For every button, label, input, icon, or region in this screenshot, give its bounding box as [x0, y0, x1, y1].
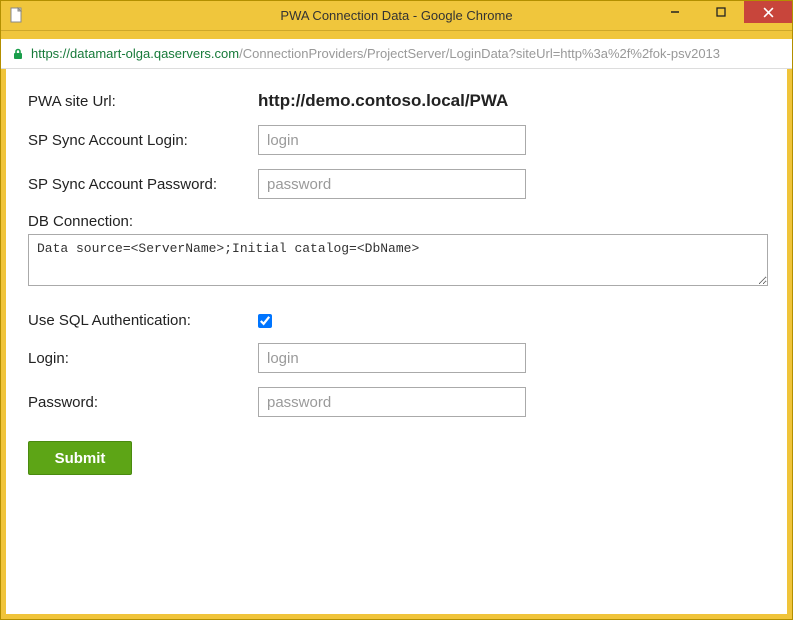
- sp-login-label: SP Sync Account Login:: [28, 132, 258, 149]
- chrome-window: PWA Connection Data - Google Chrome http…: [0, 0, 793, 620]
- pwa-site-url-value: http://demo.contoso.local/PWA: [258, 91, 508, 111]
- pwa-site-url-label: PWA site Url:: [28, 93, 258, 110]
- sp-password-label: SP Sync Account Password:: [28, 176, 258, 193]
- url-host: https://datamart-olga.qaservers.com: [31, 46, 239, 61]
- sp-login-input[interactable]: [258, 125, 526, 155]
- minimize-button[interactable]: [652, 1, 698, 23]
- url-path: /ConnectionProviders/ProjectServer/Login…: [239, 46, 720, 61]
- window-controls: [652, 1, 792, 30]
- use-sql-auth-label: Use SQL Authentication:: [28, 312, 258, 329]
- titlebar: PWA Connection Data - Google Chrome: [1, 1, 792, 31]
- url-scheme: https://: [31, 46, 70, 61]
- use-sql-auth-checkbox[interactable]: [258, 314, 272, 328]
- db-connection-textarea[interactable]: [28, 234, 768, 286]
- tabstrip: [1, 31, 792, 39]
- page-content: PWA site Url: http://demo.contoso.local/…: [1, 69, 792, 619]
- maximize-button[interactable]: [698, 1, 744, 23]
- url-host-text: datamart-olga.qaservers.com: [70, 46, 239, 61]
- login-input[interactable]: [258, 343, 526, 373]
- close-button[interactable]: [744, 1, 792, 23]
- login-label: Login:: [28, 350, 258, 367]
- lock-icon: [11, 47, 25, 61]
- document-icon: [9, 7, 27, 25]
- url-bar[interactable]: https://datamart-olga.qaservers.com/Conn…: [1, 39, 792, 69]
- password-input[interactable]: [258, 387, 526, 417]
- sp-password-input[interactable]: [258, 169, 526, 199]
- db-connection-label: DB Connection:: [28, 213, 765, 230]
- password-label: Password:: [28, 394, 258, 411]
- submit-button[interactable]: Submit: [28, 441, 132, 475]
